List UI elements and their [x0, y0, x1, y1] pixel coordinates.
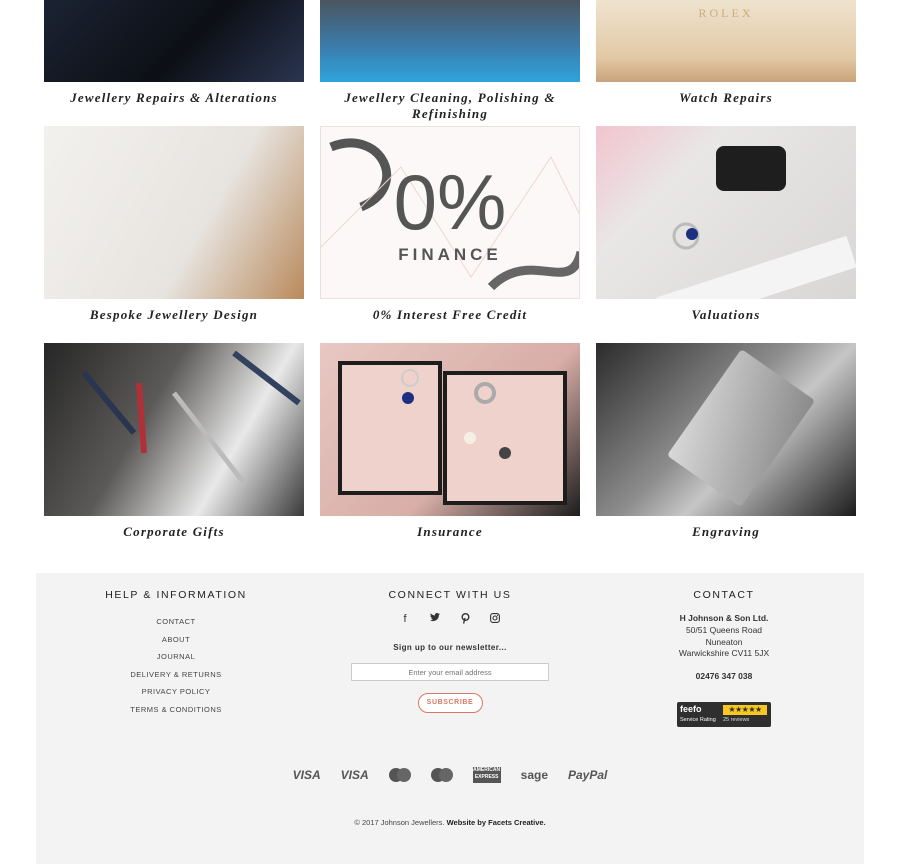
copyright-text: © 2017 Johnson Jewellers. — [354, 818, 445, 827]
service-card-watch-repairs[interactable]: ROLEX Watch Repairs — [596, 0, 856, 106]
pens-graphic — [81, 350, 301, 485]
pinterest-icon[interactable] — [457, 613, 473, 627]
footer-link-privacy[interactable]: PRIVACY POLICY — [76, 683, 276, 701]
help-heading: HELP & INFORMATION — [105, 589, 247, 601]
site-footer: HELP & INFORMATION CONTACT ABOUT JOURNAL… — [36, 573, 864, 864]
footer-link-about[interactable]: ABOUT — [76, 631, 276, 649]
star-rating-icon: ★★★★★ — [723, 705, 767, 715]
pens-photo[interactable] — [44, 343, 304, 516]
service-card-bespoke-design[interactable]: Bespoke Jewellery Design — [44, 126, 304, 323]
rolex-logo: ROLEX — [698, 6, 754, 20]
phone-number[interactable]: 02476 347 038 — [650, 671, 798, 683]
service-card-jewellery-repairs[interactable]: Jewellery Repairs & Alterations — [44, 0, 304, 106]
maestro-icon — [430, 768, 453, 782]
service-card-insurance[interactable]: Insurance — [320, 343, 580, 540]
jewellery-box-photo[interactable] — [320, 343, 580, 516]
service-caption[interactable]: Bespoke Jewellery Design — [44, 307, 304, 323]
service-caption[interactable]: Engraving — [596, 524, 856, 540]
contact-heading: CONTACT — [693, 589, 755, 601]
feefo-review-count: 25 reviews — [723, 717, 750, 723]
sage-icon: sage — [520, 768, 548, 782]
help-information-column: HELP & INFORMATION CONTACT ABOUT JOURNAL… — [76, 589, 276, 719]
newsletter-email-input[interactable] — [351, 663, 549, 681]
feefo-badge[interactable]: feefo ★★★★★ Service Rating 25 reviews — [677, 702, 771, 727]
connect-column: CONNECT WITH US f Sign up to our newslet… — [350, 589, 550, 713]
finance-graphic[interactable]: 0% FINANCE — [320, 126, 580, 299]
twitter-icon[interactable] — [427, 613, 443, 627]
social-links: f — [350, 613, 550, 627]
instagram-icon[interactable] — [487, 613, 503, 627]
designer-credit-link[interactable]: Website by Facets Creative. — [447, 818, 546, 827]
rolex-box-photo[interactable]: ROLEX — [596, 0, 856, 82]
service-caption[interactable]: Jewellery Cleaning, Polishing & Refinish… — [320, 90, 580, 122]
service-card-finance[interactable]: 0% FINANCE 0% Interest Free Credit — [320, 126, 580, 323]
footer-link-contact[interactable]: CONTACT — [76, 613, 276, 631]
address-line: Warwickshire CV11 5JX — [678, 648, 770, 659]
visa-electron-icon: VISA — [340, 768, 369, 782]
amex-icon: AMERICAN EXPRESS — [472, 767, 501, 783]
jewellery-box-graphic — [338, 361, 567, 505]
paypal-icon: PayPal — [568, 768, 608, 782]
footer-link-journal[interactable]: JOURNAL — [76, 648, 276, 666]
address-line: 50/51 Queens Road — [685, 624, 763, 635]
visa-icon: VISA — [292, 768, 321, 782]
service-card-cleaning[interactable]: Jewellery Cleaning, Polishing & Refinish… — [320, 0, 580, 122]
design-sketch-photo[interactable] — [44, 126, 304, 299]
loupe-graphic — [656, 146, 856, 299]
finance-percent: 0% — [393, 158, 507, 246]
newsletter-prompt: Sign up to our newsletter... — [393, 643, 507, 652]
footer-link-terms[interactable]: TERMS & CONDITIONS — [76, 701, 276, 719]
address-line: Nuneaton — [705, 636, 743, 647]
finance-word: FINANCE — [398, 245, 502, 264]
company-name: H Johnson & Son Ltd. — [679, 613, 769, 623]
service-card-valuations[interactable]: Valuations — [596, 126, 856, 323]
feefo-logo: feefo — [680, 704, 702, 714]
service-caption[interactable]: Jewellery Repairs & Alterations — [44, 90, 304, 106]
subscribe-button[interactable]: SUBSCRIBE — [417, 693, 483, 713]
service-caption[interactable]: Corporate Gifts — [44, 524, 304, 540]
service-card-engraving[interactable]: Engraving — [596, 343, 856, 540]
service-caption[interactable]: 0% Interest Free Credit — [320, 307, 580, 323]
payment-methods: VISA VISA AMERICAN EXPRESS sage PayPal — [36, 767, 864, 783]
engraved-tag-photo[interactable] — [596, 343, 856, 516]
ring-loupe-photo[interactable] — [596, 126, 856, 299]
service-caption[interactable]: Insurance — [320, 524, 580, 540]
connect-heading: CONNECT WITH US — [388, 589, 512, 601]
facebook-icon[interactable]: f — [397, 613, 413, 627]
service-caption[interactable]: Watch Repairs — [596, 90, 856, 106]
polishing-tools-photo[interactable] — [320, 0, 580, 82]
service-caption[interactable]: Valuations — [596, 307, 856, 323]
engraved-tag — [666, 348, 816, 508]
footer-link-delivery[interactable]: DELIVERY & RETURNS — [76, 666, 276, 684]
service-card-corporate-gifts[interactable]: Corporate Gifts — [44, 343, 304, 540]
copyright: © 2017 Johnson Jewellers. Website by Fac… — [36, 818, 864, 827]
feefo-rating-label: Service Rating — [680, 717, 716, 723]
jewellery-repair-photo[interactable] — [44, 0, 304, 82]
contact-column: CONTACT H Johnson & Son Ltd. 50/51 Queen… — [650, 589, 798, 683]
mastercard-icon — [388, 768, 411, 782]
